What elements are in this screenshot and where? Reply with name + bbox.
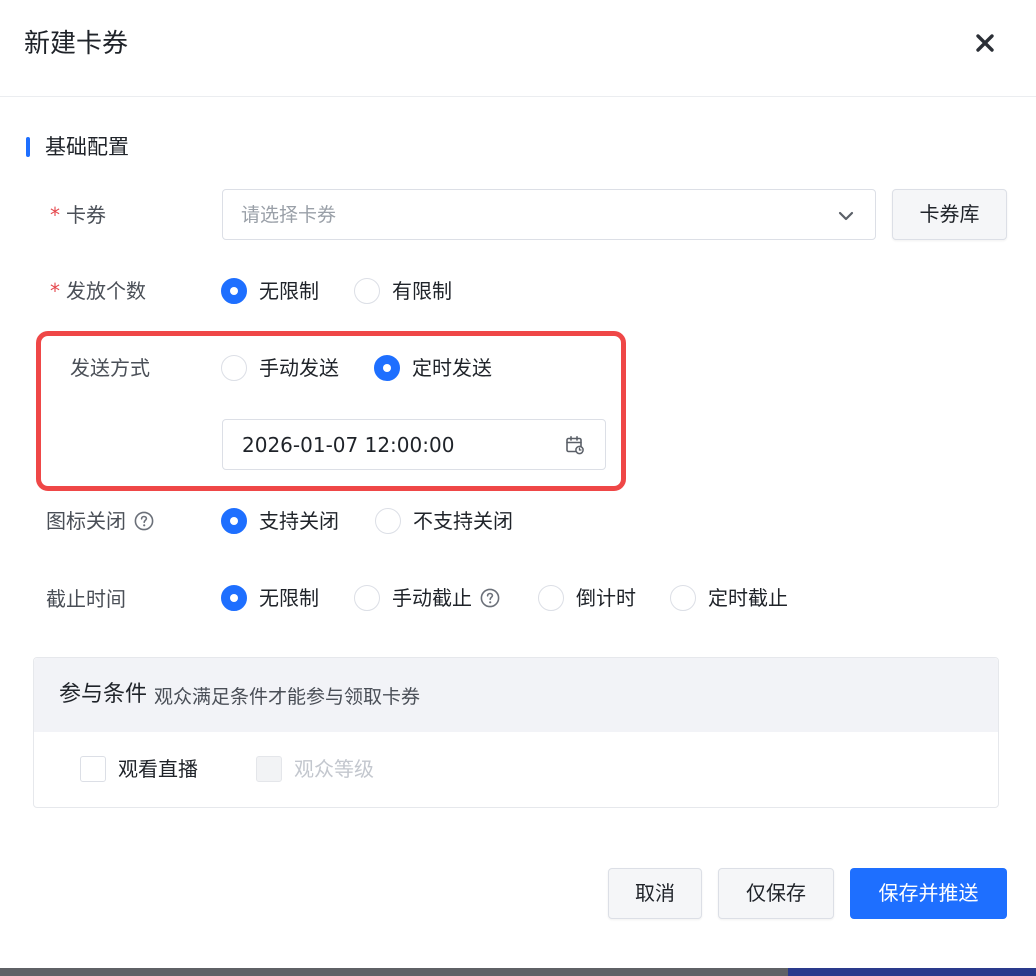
radio-label: 有限制 (392, 279, 452, 303)
radio-label: 定时发送 (412, 356, 492, 380)
cancel-button[interactable]: 取消 (608, 868, 702, 919)
dialog-title: 新建卡券 (24, 29, 129, 59)
radio-dot (221, 355, 247, 381)
radio-label: 倒计时 (576, 586, 636, 610)
issue-count-label: * 发放个数 (50, 279, 146, 303)
checkbox-box (80, 756, 106, 782)
radio-label: 无限制 (259, 279, 319, 303)
checkbox-watch-live[interactable]: 观看直播 (80, 755, 198, 783)
radio-dot (221, 278, 247, 304)
required-mark: * (50, 203, 60, 227)
save-and-push-button[interactable]: 保存并推送 (850, 868, 1007, 919)
send-mode-label: 发送方式 (70, 356, 150, 380)
icon-close-label: 图标关闭 (46, 507, 154, 535)
section-title: 基础配置 (45, 135, 129, 159)
radio-dot (221, 508, 247, 534)
radio-issue-limited[interactable]: 有限制 (354, 277, 452, 305)
radio-label: 不支持关闭 (413, 509, 513, 533)
radio-send-manual[interactable]: 手动发送 (221, 354, 339, 382)
send-datetime-picker[interactable]: 2026-01-07 12:00:00 (222, 419, 606, 470)
required-mark: * (50, 279, 60, 303)
checkbox-viewer-level: 观众等级 (256, 755, 374, 783)
radio-send-scheduled[interactable]: 定时发送 (374, 354, 492, 382)
help-icon[interactable] (134, 511, 154, 531)
radio-dot (354, 278, 380, 304)
radio-deadline-unlimited[interactable]: 无限制 (221, 584, 319, 612)
background-accent (788, 968, 1036, 976)
checkbox-label: 观众等级 (294, 757, 374, 781)
section-accent-bar (26, 137, 30, 157)
deadline-label: 截止时间 (46, 587, 126, 611)
chevron-down-icon (838, 211, 854, 221)
new-coupon-dialog: 新建卡券 基础配置 * 卡券 请选择卡券 卡券库 * 发放个数 无限制 有限制 发送… (0, 0, 1036, 968)
radio-issue-unlimited[interactable]: 无限制 (221, 277, 319, 305)
radio-deadline-scheduled[interactable]: 定时截止 (670, 584, 788, 612)
radio-label: 定时截止 (708, 586, 788, 610)
coupon-label: * 卡券 (50, 203, 106, 227)
radio-label: 手动截止 (392, 586, 472, 610)
participation-conditions-panel: 参与条件 观众满足条件才能参与领取卡券 观看直播 观众等级 (33, 657, 999, 808)
radio-label: 手动发送 (259, 356, 339, 380)
radio-icon-close-support[interactable]: 支持关闭 (221, 507, 339, 535)
help-icon[interactable] (480, 588, 500, 608)
conditions-title: 参与条件 (59, 682, 148, 707)
radio-label: 无限制 (259, 586, 319, 610)
conditions-subtitle: 观众满足条件才能参与领取卡券 (154, 686, 421, 708)
radio-dot (375, 508, 401, 534)
checkbox-box (256, 756, 282, 782)
radio-dot (374, 355, 400, 381)
radio-deadline-countdown[interactable]: 倒计时 (538, 584, 636, 612)
checkbox-label: 观看直播 (118, 757, 198, 781)
background-strip (0, 968, 1036, 976)
conditions-header: 参与条件 观众满足条件才能参与领取卡券 (34, 658, 998, 732)
dialog-header: 新建卡券 (0, 0, 1036, 97)
close-button[interactable] (970, 28, 1000, 58)
radio-dot (354, 585, 380, 611)
close-icon (976, 34, 994, 52)
coupon-select-placeholder: 请选择卡券 (241, 204, 337, 226)
send-datetime-value: 2026-01-07 12:00:00 (242, 433, 455, 457)
radio-deadline-manual[interactable]: 手动截止 (354, 584, 500, 612)
coupon-select[interactable]: 请选择卡券 (222, 189, 876, 240)
radio-dot (670, 585, 696, 611)
radio-label: 支持关闭 (259, 509, 339, 533)
calendar-icon (566, 436, 584, 455)
radio-icon-close-unsupport[interactable]: 不支持关闭 (375, 507, 513, 535)
save-only-button[interactable]: 仅保存 (718, 868, 834, 919)
coupon-library-button[interactable]: 卡券库 (892, 189, 1007, 240)
radio-dot (221, 585, 247, 611)
radio-dot (538, 585, 564, 611)
